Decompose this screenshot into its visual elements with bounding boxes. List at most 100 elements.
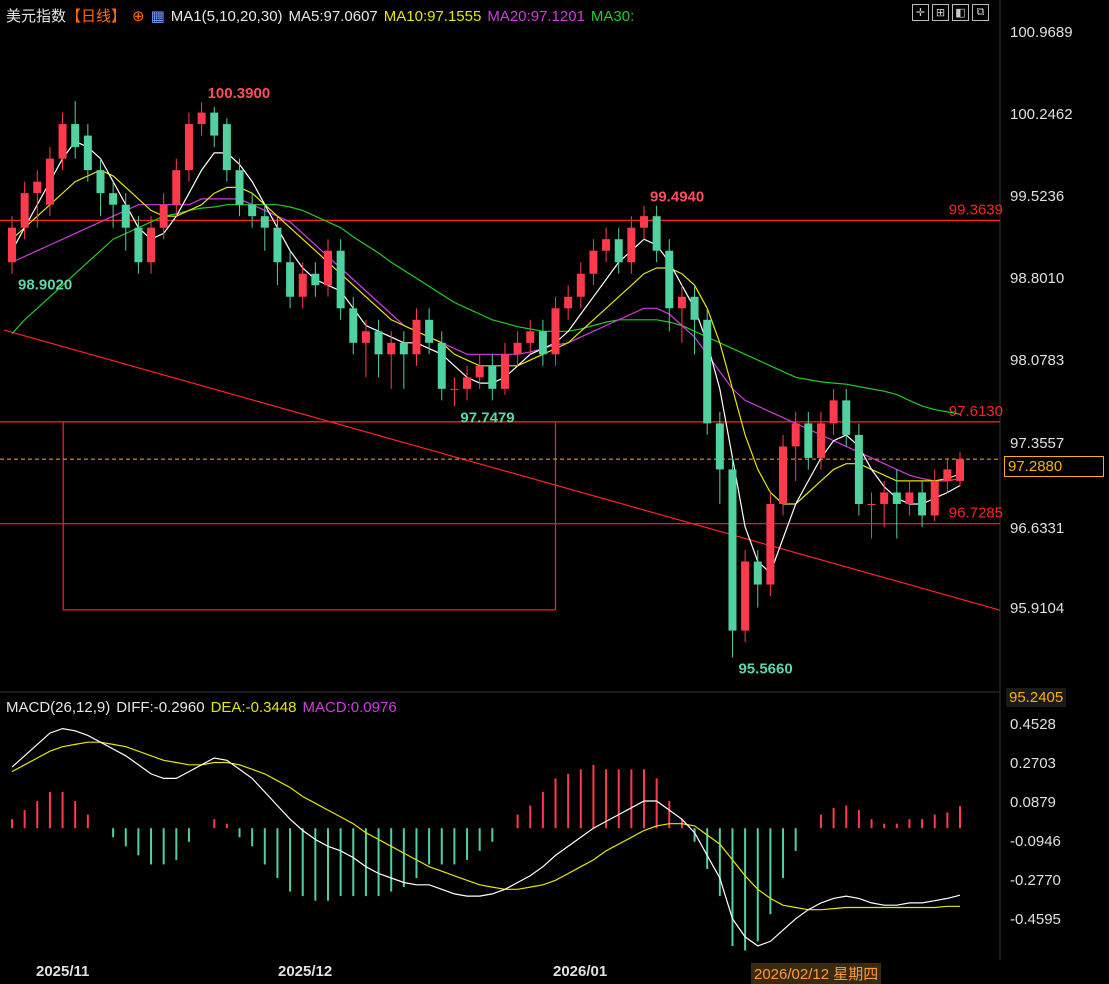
candle — [741, 561, 750, 631]
candle — [930, 480, 939, 516]
macd-value: MACD:0.0976 — [302, 699, 397, 716]
candle — [829, 400, 838, 424]
candle — [728, 469, 737, 631]
candle — [399, 342, 408, 355]
settings-icon[interactable]: ⊕ — [132, 8, 145, 25]
candle — [463, 377, 472, 389]
candle — [576, 273, 585, 297]
instrument-name: 美元指数 — [6, 8, 67, 25]
macd-header: MACD(26,12,9) DIFF:-0.2960 DEA:-0.3448 MACD… — [6, 699, 403, 716]
candle — [412, 319, 421, 355]
candle — [222, 124, 231, 171]
candle — [842, 400, 851, 435]
extreme-label: 95.5660 — [738, 661, 792, 678]
candle — [437, 342, 446, 389]
extreme-label: 98.9020 — [18, 277, 72, 294]
candle — [766, 503, 775, 585]
candle — [20, 193, 29, 228]
extreme-label: 100.3900 — [208, 85, 271, 102]
cursor-date: 2026/02/12 星期四 — [751, 963, 882, 984]
extreme-label: 99.4940 — [650, 188, 704, 205]
candle — [298, 273, 307, 297]
extreme-label: 97.7479 — [460, 409, 514, 426]
candle — [83, 135, 92, 171]
candle — [134, 227, 143, 263]
ma5-value: MA5:97.0607 — [288, 8, 378, 25]
candle — [854, 434, 863, 504]
chart-canvas[interactable]: 99.3639 97.6130 96.7285 100.3900 98.9020 97.7… — [0, 0, 1109, 982]
crosshair-icon[interactable]: ✛ — [912, 4, 929, 21]
period-label[interactable]: 【日线】 — [66, 8, 126, 25]
ma-label: MA1(5,10,20,30) — [170, 8, 283, 25]
candle — [614, 239, 623, 263]
candle — [488, 365, 497, 389]
candle — [918, 492, 927, 516]
macd-tick: -0.0946 — [1010, 833, 1061, 850]
candle — [779, 446, 788, 504]
candle — [273, 227, 282, 263]
macd-dea: DEA:-0.3448 — [210, 699, 297, 716]
candle — [184, 124, 193, 171]
candle — [349, 308, 358, 343]
ma5-line — [11, 140, 961, 575]
dea-line — [11, 741, 960, 911]
macd-tick: 0.0879 — [1010, 794, 1056, 811]
price-tick: 99.5236 — [1010, 188, 1065, 205]
candle — [286, 262, 295, 297]
expand-icon[interactable]: ◧ — [952, 4, 969, 21]
candle — [374, 331, 383, 355]
macd-diff: DIFF:-0.2960 — [116, 699, 205, 716]
price-tick: 98.0783 — [1010, 352, 1065, 369]
candle — [45, 158, 54, 205]
macd-tick: -0.2770 — [1010, 872, 1061, 889]
candle — [564, 296, 573, 309]
candle — [804, 423, 813, 458]
grid-icon[interactable]: ⊞ — [932, 4, 949, 21]
current-price-tag: 97.2880 — [1004, 456, 1104, 477]
candle — [361, 331, 370, 343]
ma20-value: MA20:97.1201 — [487, 8, 585, 25]
macd-tick: 0.4528 — [1010, 716, 1056, 733]
candle — [197, 112, 206, 125]
candle — [425, 319, 434, 343]
candle — [703, 319, 712, 424]
candle — [652, 216, 661, 251]
macd-tick: 0.2703 — [1010, 755, 1056, 772]
candle — [551, 308, 560, 355]
candle — [71, 124, 80, 148]
indicator-icon[interactable]: ▦ — [151, 8, 165, 25]
price-tick: 100.9689 — [1010, 24, 1073, 41]
candle — [589, 250, 598, 274]
level-label: 99.3639 — [949, 201, 1003, 218]
candle — [602, 239, 611, 251]
candle — [753, 561, 762, 585]
candle — [58, 124, 67, 159]
price-tick: 98.8010 — [1010, 270, 1065, 287]
candle — [538, 331, 547, 355]
candle — [791, 423, 800, 447]
fullscreen-icon[interactable]: ⧉ — [972, 4, 989, 21]
candle — [943, 469, 952, 481]
candle — [500, 354, 509, 389]
candle — [450, 388, 459, 390]
level-label: 97.6130 — [949, 403, 1003, 420]
candle — [336, 250, 345, 309]
candle — [640, 216, 648, 228]
price-tick: 100.2462 — [1010, 106, 1073, 123]
price-tick: 97.3557 — [1010, 435, 1065, 452]
price-tick: 96.6331 — [1010, 520, 1065, 537]
macd-tick: -0.4595 — [1010, 911, 1061, 928]
price-tick: 95.9104 — [1010, 600, 1065, 617]
candle — [475, 365, 484, 378]
macd-title: MACD(26,12,9) — [6, 699, 111, 716]
candle — [690, 296, 699, 320]
candle — [526, 331, 535, 343]
candle — [121, 204, 130, 228]
candle — [905, 492, 914, 504]
candle — [109, 193, 118, 205]
candle — [513, 342, 522, 355]
date-label: 2026/01 — [553, 963, 608, 980]
candle — [248, 204, 257, 217]
candle — [892, 492, 901, 504]
candle — [816, 423, 825, 458]
